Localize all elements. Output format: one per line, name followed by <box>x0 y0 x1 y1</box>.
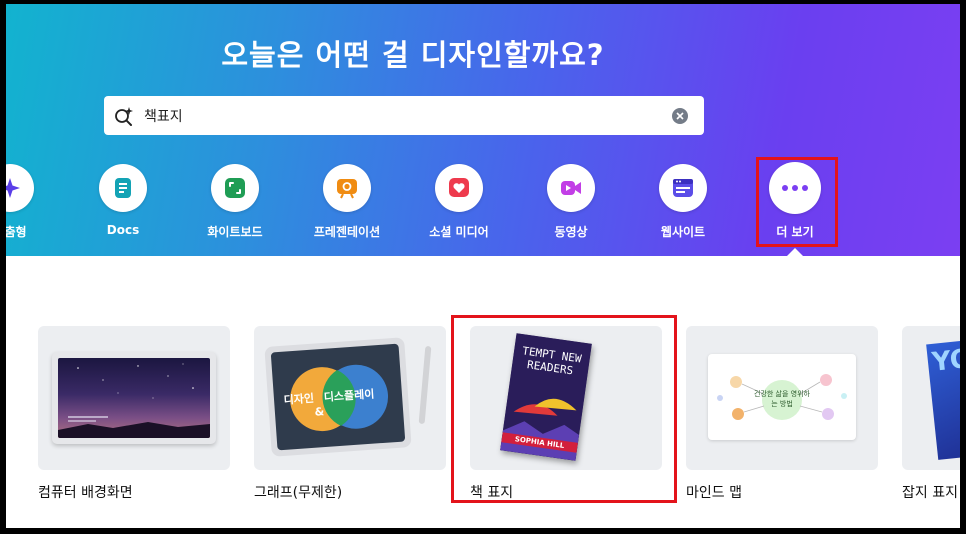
venn-right-label: 디스플레이 <box>323 387 375 405</box>
hero-banner: 오늘은 어떤 걸 디자인할까요? 책표지 맞춤형 <box>6 4 960 256</box>
category-label: 맞춤형 <box>6 225 27 239</box>
card-graph[interactable]: 디자인 디스플레이 & 그래프(무제한) <box>254 326 446 502</box>
category-presentation[interactable]: 프레젠테이션 <box>292 164 402 240</box>
presentation-icon <box>323 164 371 212</box>
canva-home-panel: 오늘은 어떤 걸 디자인할까요? 책표지 맞춤형 <box>6 4 960 528</box>
magazine-cover-title: YO <box>930 343 960 378</box>
mind-map-thumbnail: 건강한 삶을 영위하는 방법 <box>686 326 878 470</box>
more-highlight-box <box>756 157 838 247</box>
magazine-cover-thumbnail: YO <box>902 326 960 470</box>
category-label: 화이트보드 <box>207 225 263 239</box>
category-label: 웹사이트 <box>660 225 706 239</box>
selected-indicator <box>786 248 804 257</box>
category-custom[interactable]: 맞춤형 <box>6 164 65 240</box>
category-label: 소셜 미디어 <box>429 225 489 239</box>
heart-icon <box>435 164 483 212</box>
docs-icon <box>99 164 147 212</box>
category-video[interactable]: 동영상 <box>516 164 626 240</box>
website-icon <box>659 164 707 212</box>
category-label: Docs <box>106 223 140 237</box>
whiteboard-icon <box>211 164 259 212</box>
desktop-wallpaper-thumbnail <box>38 326 230 470</box>
video-icon <box>547 164 595 212</box>
stylus-icon <box>418 345 432 425</box>
card-magazine-cover[interactable]: YO 잡지 표지 <box>902 326 960 502</box>
mind-map-center-text: 건강한 삶을 영위하는 방법 <box>754 390 810 408</box>
search-bar[interactable]: 책표지 <box>104 96 704 135</box>
category-docs[interactable]: Docs <box>68 164 178 237</box>
category-label: 동영상 <box>554 225 588 239</box>
card-label: 잡지 표지 <box>902 485 958 501</box>
card-mind-map[interactable]: 건강한 삶을 영위하는 방법 마인드 맵 <box>686 326 878 502</box>
card-label: 마인드 맵 <box>686 485 742 501</box>
clear-icon[interactable] <box>672 107 688 124</box>
graph-thumbnail: 디자인 디스플레이 & <box>254 326 446 470</box>
category-whiteboard[interactable]: 화이트보드 <box>180 164 290 240</box>
hero-title: 오늘은 어떤 걸 디자인할까요? <box>221 38 605 72</box>
magic-search-icon <box>104 105 144 127</box>
card-label: 컴퓨터 배경화면 <box>38 485 133 501</box>
category-social-media[interactable]: 소셜 미디어 <box>404 164 514 240</box>
sparkle-icon <box>6 164 34 212</box>
card-label: 그래프(무제한) <box>254 485 343 501</box>
category-label: 프레젠테이션 <box>313 225 381 239</box>
card-desktop-wallpaper[interactable]: 컴퓨터 배경화면 <box>38 326 230 502</box>
category-website[interactable]: 웹사이트 <box>628 164 738 240</box>
venn-left-label: 디자인 <box>283 391 315 407</box>
book-cover-highlight-box <box>451 315 677 503</box>
search-input[interactable]: 책표지 <box>144 106 672 126</box>
